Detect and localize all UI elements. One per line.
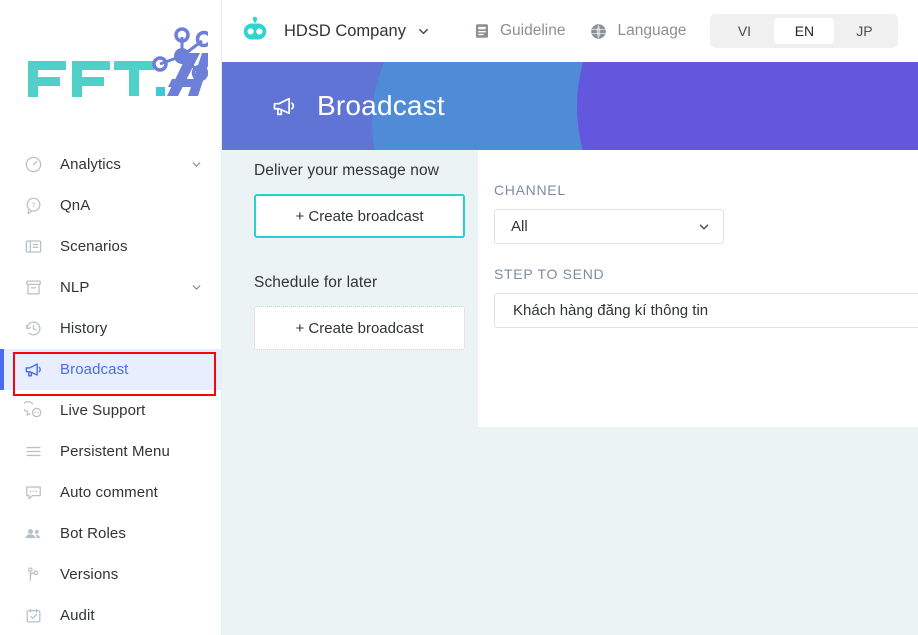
megaphone-icon [22,359,44,381]
sidebar-item-nlp[interactable]: NLP [0,267,221,308]
deliver-now-title: Deliver your message now [254,162,440,179]
archive-icon [22,277,44,299]
create-broadcast-scheduled-button[interactable]: + Create broadcast [254,306,465,350]
chevron-down-icon[interactable] [190,281,203,294]
channel-label: CHANNEL [494,182,566,198]
sidebar-item-label: Broadcast [60,361,129,378]
language-option-jp[interactable]: JP [834,18,894,44]
question-chat-icon: ? [22,195,44,217]
svg-text:?: ? [31,201,35,209]
sidebar-item-scenarios[interactable]: Scenarios [0,226,221,267]
sidebar-item-persistent-menu[interactable]: Persistent Menu [0,431,221,472]
people-icon [22,523,44,545]
topbar: HDSD Company Guideline Language VI EN JP [222,0,918,62]
gauge-icon [22,154,44,176]
step-to-send-input[interactable]: Khách hàng đăng kí thông tin [494,293,918,328]
sidebar-item-label: History [60,320,108,337]
sidebar-item-auto-comment[interactable]: Auto comment [0,472,221,513]
sidebar: Analytics ? QnA Scenarios NLP History Br… [0,0,222,635]
guideline-link[interactable]: Guideline [473,22,566,40]
channel-select[interactable]: All [494,209,724,244]
sidebar-item-label: Live Support [60,402,146,419]
language-option-en[interactable]: EN [774,18,835,44]
main-region: HDSD Company Guideline Language VI EN JP… [222,0,918,635]
article-icon [22,236,44,258]
topbar-actions: Guideline Language VI EN JP [473,14,899,48]
sidebar-item-label: Scenarios [60,238,128,255]
language-option-vi[interactable]: VI [714,18,774,44]
company-selector[interactable]: HDSD Company [240,16,431,46]
sidebar-item-live-support[interactable]: Live Support [0,390,221,431]
banner-heading: Broadcast [270,62,445,150]
sidebar-item-broadcast[interactable]: Broadcast [0,349,221,390]
chevron-down-icon[interactable] [416,24,431,39]
sidebar-item-label: Auto comment [60,484,158,501]
sidebar-item-versions[interactable]: Versions [0,554,221,595]
banner-decor-purple [577,62,918,150]
app-root: Analytics ? QnA Scenarios NLP History Br… [0,0,918,635]
sidebar-item-audit[interactable]: Audit [0,595,221,635]
document-icon [473,22,491,40]
chevron-down-icon[interactable] [190,158,203,171]
menu-lines-icon [22,441,44,463]
page-title: Broadcast [317,90,445,121]
sidebar-item-label: Persistent Menu [60,443,170,460]
globe-icon [589,22,608,41]
fpt-ai-logo[interactable] [0,0,221,120]
robot-icon [240,16,284,46]
sidebar-item-label: NLP [60,279,90,296]
sidebar-item-bot-roles[interactable]: Bot Roles [0,513,221,554]
fpt-ai-logo-svg [27,27,208,97]
sidebar-item-label: Audit [60,607,95,624]
sidebar-item-analytics[interactable]: Analytics [0,144,221,185]
create-broadcast-now-button[interactable]: + Create broadcast [254,194,465,238]
channel-value: All [511,218,528,235]
language-toggle-group: VI EN JP [710,14,899,48]
sidebar-item-label: Bot Roles [60,525,126,542]
calendar-check-icon [22,605,44,627]
broadcast-settings-panel: CHANNEL All STEP TO SEND Khách hàng đăng… [478,150,918,427]
guideline-label: Guideline [499,22,566,39]
branch-icon [22,564,44,586]
sidebar-item-qna[interactable]: ? QnA [0,185,221,226]
company-name: HDSD Company [284,21,406,40]
step-to-send-label: STEP TO SEND [494,266,605,282]
megaphone-icon [270,93,297,120]
sidebar-nav: Analytics ? QnA Scenarios NLP History Br… [0,120,221,635]
language-link[interactable]: Language [589,22,686,41]
sidebar-item-label: Versions [60,566,119,583]
sidebar-item-label: Analytics [60,156,121,173]
schedule-later-title: Schedule for later [254,274,378,291]
chevron-down-icon[interactable] [697,210,711,243]
language-label: Language [617,22,687,39]
page-banner: Broadcast [222,62,918,150]
broadcast-actions-column: Deliver your message now + Create broadc… [254,162,466,350]
comment-icon [22,482,44,504]
support-chat-icon [22,400,44,422]
sidebar-item-label: QnA [60,197,91,214]
clock-history-icon [22,318,44,340]
sidebar-item-history[interactable]: History [0,308,221,349]
content-area: Deliver your message now + Create broadc… [222,150,918,635]
